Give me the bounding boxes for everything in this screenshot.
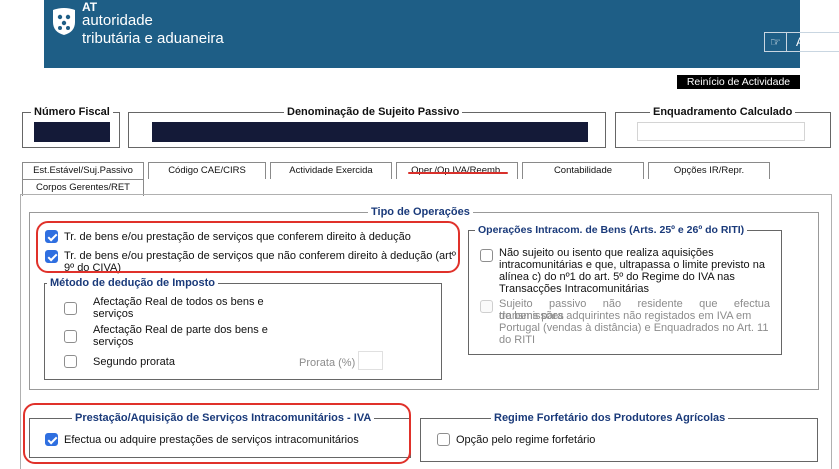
forfetario-label: Opção pelo regime forfetário	[456, 434, 596, 446]
brand-line-2: tributária e aduaneira	[82, 30, 224, 47]
real-all-label-1: Afectação Real de todos os bens e	[93, 296, 264, 308]
intracom-nonresident-checkbox[interactable]	[480, 300, 493, 313]
framework-legend: Enquadramento Calculado	[650, 105, 796, 119]
help-hand-icon: ☞	[765, 33, 787, 51]
tab-contabilidade[interactable]: Contabilidade	[522, 162, 644, 179]
name-field[interactable]	[152, 122, 588, 142]
tab-actividade[interactable]: Actividade Exercida	[270, 162, 392, 179]
name-fieldset: Denominação de Sujeito Passivo	[128, 105, 606, 148]
header-banner: AT autoridade tributária e aduaneira ☞ A…	[44, 0, 839, 68]
metodo-legend: Método de dedução de Imposto	[47, 276, 219, 290]
at-logo-icon	[53, 8, 75, 35]
forfetario-legend: Regime Forfetário dos Produtores Agrícol…	[491, 411, 729, 425]
tab-est-estavel[interactable]: Est.Estável/Suj.Passivo	[22, 162, 144, 179]
prorata-percent-label: Prorata (%)	[299, 357, 356, 369]
tab-opcoes-ir[interactable]: Opções IR/Repr.	[648, 162, 770, 179]
brand-line-1: autoridade	[82, 12, 153, 29]
active-tab-highlight	[408, 172, 508, 174]
prorata-option-label: Segundo prorata	[93, 356, 175, 368]
restart-activity-link[interactable]: Reinício de Actividade	[677, 75, 800, 89]
intracom-nonsubject-label-2: intracomunitárias e que, ultrapassa o li…	[499, 259, 765, 271]
intracom-nonresident-label-3: Portugal (vendas à distância) e Enquadra…	[499, 322, 769, 334]
real-part-label-1: Afectação Real de parte dos bens e	[93, 324, 268, 336]
highlight-box-operations	[36, 221, 460, 273]
prorata-checkbox[interactable]	[64, 355, 77, 368]
real-part-checkbox[interactable]	[64, 330, 77, 343]
intracom-legend: Operações Intracom. de Bens (Arts. 25º e…	[475, 223, 748, 237]
real-all-checkbox[interactable]	[64, 302, 77, 315]
forfetario-checkbox[interactable]	[437, 433, 450, 446]
nif-fieldset: Número Fiscal	[22, 105, 120, 148]
help-button[interactable]: ☞ Ajuda	[764, 32, 839, 52]
tab-oper-iva[interactable]: Oper./Op.IVA/Reemb.	[396, 162, 518, 179]
nif-field[interactable]	[34, 122, 110, 142]
intracom-nonsubject-label-3: alínea c) do nº1 do art. 5º do Regime do…	[499, 271, 735, 283]
tipo-operacoes-legend: Tipo de Operações	[368, 205, 473, 219]
intracom-nonsubject-label-1: Não sujeito ou isento que realiza aquisi…	[499, 247, 714, 259]
intracom-nonresident-label-2: de bens para adquirintes não registados …	[499, 310, 752, 322]
intracom-nonresident-label-4: do RITI	[499, 334, 536, 346]
name-legend: Denominação de Sujeito Passivo	[284, 105, 463, 119]
nif-legend: Número Fiscal	[31, 105, 113, 119]
intracom-nonsubject-checkbox[interactable]	[480, 249, 493, 262]
framework-fieldset: Enquadramento Calculado	[615, 105, 831, 148]
prorata-input[interactable]	[358, 351, 383, 370]
help-label: Ajuda	[796, 35, 827, 49]
framework-field	[637, 122, 805, 141]
tab-cae-cirs[interactable]: Código CAE/CIRS	[148, 162, 266, 179]
highlight-box-services	[23, 403, 411, 464]
real-all-label-2: serviços	[93, 308, 134, 320]
real-part-label-2: serviços	[93, 336, 134, 348]
intracom-nonsubject-label-4: Transacções Intracomunitárias	[499, 283, 649, 295]
